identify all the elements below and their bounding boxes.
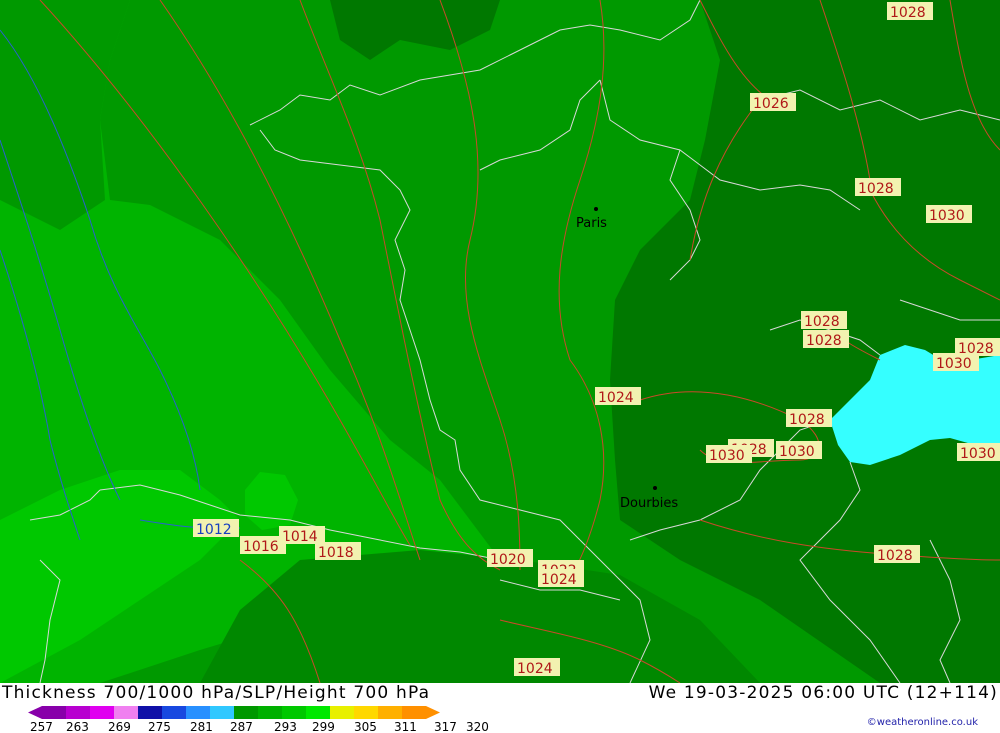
legend-tick-label: 293	[274, 720, 297, 733]
legend-swatch	[138, 706, 162, 719]
isobar-label: 1030	[926, 205, 972, 224]
isobar-label: 1024	[538, 569, 584, 588]
isobar-label: 1030	[776, 441, 822, 460]
legend-swatch	[186, 706, 210, 719]
copyright-link[interactable]: ©weatheronline.co.uk	[867, 717, 978, 728]
isobar-label: 1018	[315, 542, 361, 561]
isobar-label: 1024	[595, 387, 641, 406]
legend-tick-label: 287	[230, 720, 253, 733]
legend-swatch	[210, 706, 234, 719]
legend-tick-label: 269	[108, 720, 131, 733]
city-label-dourbies: Dourbies	[620, 496, 678, 511]
isobar-label: 1028	[801, 311, 847, 330]
legend-swatch	[258, 706, 282, 719]
isobar-label: 1028	[887, 2, 933, 21]
legend-tick-label: 263	[66, 720, 89, 733]
isobar-label: 1028	[874, 545, 920, 564]
legend-tick-label: 281	[190, 720, 213, 733]
isobar-label: 1016	[240, 536, 286, 555]
isobar-label: 1012	[193, 519, 239, 538]
legend-swatch	[90, 706, 114, 719]
svg-text:1030: 1030	[779, 444, 815, 460]
legend-swatch	[162, 706, 186, 719]
legend-swatch	[66, 706, 90, 719]
isobar-label: 1028	[803, 330, 849, 349]
isobar-label: 1024	[514, 658, 560, 677]
legend-arrow-left	[28, 706, 42, 719]
map-datetime: We 19-03-2025 06:00 UTC (12+114)	[648, 683, 998, 703]
legend-tick-label: 317	[434, 720, 457, 733]
svg-text:1028: 1028	[804, 314, 840, 330]
legend-tick-label: 311	[394, 720, 417, 733]
svg-text:1024: 1024	[541, 572, 577, 588]
legend-swatch	[234, 706, 258, 719]
svg-text:1020: 1020	[490, 552, 526, 568]
svg-text:1028: 1028	[789, 412, 825, 428]
legend-swatch	[114, 706, 138, 719]
legend-arrow-right	[426, 706, 440, 719]
legend-swatch	[42, 706, 66, 719]
svg-text:1012: 1012	[196, 522, 232, 538]
svg-text:1028: 1028	[806, 333, 842, 349]
svg-text:1016: 1016	[243, 539, 279, 555]
legend-swatch	[330, 706, 354, 719]
svg-text:1030: 1030	[929, 208, 965, 224]
svg-text:1024: 1024	[598, 390, 634, 406]
legend-tick-label: 275	[148, 720, 171, 733]
legend-swatch	[354, 706, 378, 719]
legend-swatch	[378, 706, 402, 719]
isobar-label: 1030	[957, 443, 1000, 462]
svg-text:1030: 1030	[936, 356, 972, 372]
svg-text:1026: 1026	[753, 96, 789, 112]
isobar-label: 1030	[706, 445, 752, 464]
weather-map: Paris Dourbies 1028 1026 1028 1030 1028 …	[0, 0, 1000, 683]
legend-tick-label: 257	[30, 720, 53, 733]
footer: Thickness 700/1000 hPa/SLP/Height 700 hP…	[0, 683, 1000, 733]
svg-text:1018: 1018	[318, 545, 354, 561]
svg-text:1024: 1024	[517, 661, 553, 677]
color-legend: 257 263 269 275 281 287 293 299 305 311 317 320	[28, 706, 489, 733]
legend-swatch	[402, 706, 426, 719]
svg-text:1028: 1028	[858, 181, 894, 197]
map-title: Thickness 700/1000 hPa/SLP/Height 700 hP…	[2, 683, 431, 703]
svg-text:1030: 1030	[960, 446, 996, 462]
svg-text:1014: 1014	[282, 529, 318, 545]
svg-text:1030: 1030	[709, 448, 745, 464]
legend-tick-label: 320	[466, 720, 489, 733]
svg-text:1028: 1028	[877, 548, 913, 564]
legend-tick-label: 299	[312, 720, 335, 733]
svg-text:1028: 1028	[890, 5, 926, 21]
isobar-label: 1028	[786, 409, 832, 428]
isobar-label: 1028	[855, 178, 901, 197]
isobar-label: 1030	[933, 353, 979, 372]
legend-swatch	[306, 706, 330, 719]
legend-tick-label: 305	[354, 720, 377, 733]
legend-swatch	[282, 706, 306, 719]
isobar-label: 1026	[750, 93, 796, 112]
city-label-paris: Paris	[576, 216, 607, 231]
isobar-label: 1020	[487, 549, 533, 568]
